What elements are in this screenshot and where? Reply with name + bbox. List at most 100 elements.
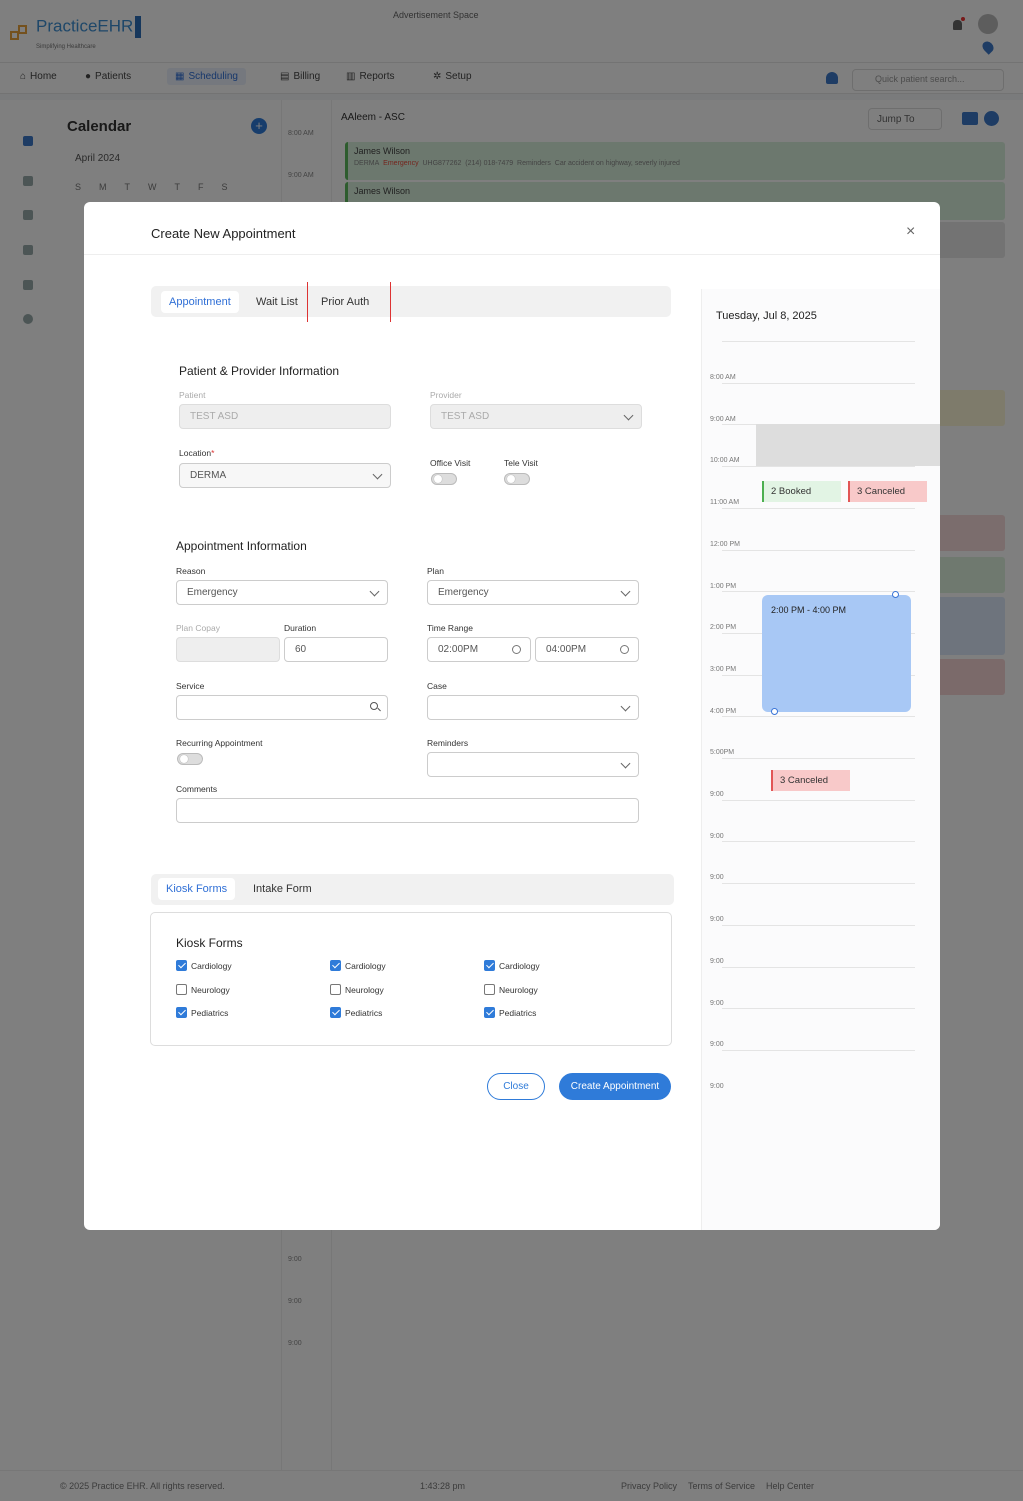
clock-icon	[620, 645, 629, 654]
hour-line	[722, 1008, 915, 1010]
hour-line	[722, 549, 915, 551]
plan-select[interactable]: Emergency	[427, 580, 639, 605]
appointment-tabs: Appointment Wait List Prior Auth	[151, 282, 671, 322]
day-view-panel: Tuesday, Jul 8, 2025 8:00 AM 9:00 AM 10:00…	[701, 289, 940, 1230]
tab-appointment[interactable]: Appointment	[161, 291, 239, 313]
hour-line	[722, 382, 915, 384]
tab-prior-auth[interactable]: Prior Auth	[307, 282, 391, 322]
checkbox-label: Neurology	[499, 984, 538, 995]
kiosk-checkbox[interactable]: Neurology	[176, 984, 230, 995]
reminders-label: Reminders	[427, 738, 469, 748]
checkbox-box	[330, 984, 341, 995]
close-button[interactable]: Close	[487, 1073, 545, 1100]
checkbox-label: Neurology	[191, 984, 230, 995]
hour-label: 2:00 PM	[710, 624, 737, 632]
reason-select[interactable]: Emergency	[176, 580, 388, 605]
hour-line	[722, 466, 915, 468]
chevron-down-icon	[620, 586, 631, 597]
booked-tag[interactable]: 2 Booked	[762, 481, 841, 502]
kiosk-checkbox[interactable]: Pediatrics	[484, 1007, 536, 1018]
blocked-slot	[756, 424, 940, 466]
time-from-field[interactable]: 02:00PM	[427, 637, 531, 662]
hour-label: 4:00 PM	[710, 707, 737, 715]
new-appointment-block[interactable]: 2:00 PM - 4:00 PM	[762, 595, 911, 712]
hour-line	[722, 883, 915, 885]
clock-icon	[512, 645, 521, 654]
hour-label: 9:00	[710, 916, 724, 924]
tab-kiosk-forms[interactable]: Kiosk Forms	[158, 878, 236, 900]
hour-line	[722, 507, 915, 509]
tele-visit-toggle[interactable]	[504, 473, 530, 485]
time-to-value: 04:00PM	[546, 644, 587, 655]
provider-label: Provider	[430, 390, 462, 400]
required-marker: *	[211, 448, 215, 458]
hour-line	[722, 341, 915, 342]
case-select[interactable]	[427, 695, 639, 720]
checkbox-box	[330, 960, 341, 971]
case-label: Case	[427, 681, 447, 691]
kiosk-checkbox[interactable]: Cardiology	[484, 960, 540, 971]
service-label: Service	[176, 681, 205, 691]
chevron-down-icon	[372, 469, 383, 480]
hour-label: 12:00 PM	[710, 540, 740, 548]
chevron-down-icon	[369, 586, 380, 597]
canceled-tag[interactable]: 3 Canceled	[771, 770, 850, 791]
office-visit-toggle[interactable]	[431, 473, 457, 485]
kiosk-checkbox[interactable]: Cardiology	[330, 960, 386, 971]
hour-label: 5:00PM	[710, 749, 735, 757]
checkbox-box	[484, 984, 495, 995]
kiosk-checkbox[interactable]: Pediatrics	[176, 1007, 228, 1018]
tab-intake-form[interactable]: Intake Form	[245, 878, 320, 900]
checkbox-box	[330, 1007, 341, 1018]
patient-label: Patient	[179, 390, 206, 400]
kiosk-checkbox[interactable]: Pediatrics	[330, 1007, 382, 1018]
hour-line	[722, 1049, 915, 1051]
hour-label: 3:00 PM	[710, 665, 737, 673]
hour-line	[722, 591, 915, 593]
location-label-text: Location	[179, 448, 212, 458]
service-search-input[interactable]	[176, 695, 388, 720]
reminders-select[interactable]	[427, 752, 639, 777]
reason-value: Emergency	[187, 587, 238, 598]
kiosk-checkbox[interactable]: Cardiology	[176, 960, 232, 971]
comments-input[interactable]	[176, 798, 639, 823]
recurring-toggle[interactable]	[177, 753, 203, 765]
resize-handle-top[interactable]	[892, 591, 899, 598]
checkbox-label: Neurology	[345, 984, 384, 995]
kiosk-forms-panel: Kiosk Forms Cardiology Neurology Pediatr…	[150, 912, 672, 1046]
time-from-value: 02:00PM	[438, 644, 479, 655]
hour-label: 9:00	[710, 1041, 724, 1049]
canceled-tag[interactable]: 3 Canceled	[848, 481, 927, 502]
location-select[interactable]: DERMA	[179, 463, 391, 488]
search-icon	[370, 702, 378, 710]
tab-wait-list[interactable]: Wait List	[248, 291, 306, 313]
checkbox-label: Cardiology	[191, 960, 232, 971]
create-appointment-button[interactable]: Create Appointment	[559, 1073, 671, 1100]
kiosk-checkbox[interactable]: Neurology	[484, 984, 538, 995]
hour-label: 1:00 PM	[710, 582, 737, 590]
provider-value: TEST ASD	[441, 411, 490, 422]
hour-label: 9:00	[710, 1082, 724, 1090]
modal-title: Create New Appointment	[151, 226, 296, 241]
time-range-label: Time Range	[427, 623, 473, 633]
duration-field[interactable]: 60	[284, 637, 388, 662]
plan-label: Plan	[427, 566, 445, 576]
plan-copay-field	[176, 637, 280, 662]
checkbox-label: Pediatrics	[499, 1007, 537, 1018]
provider-select: TEST ASD	[430, 404, 642, 429]
location-label: Location*	[179, 448, 214, 458]
checkbox-box	[484, 960, 495, 971]
recurring-label: Recurring Appointment	[176, 738, 263, 748]
hour-label: 9:00	[710, 791, 724, 798]
resize-handle-bottom[interactable]	[771, 708, 778, 715]
checkbox-box	[484, 1007, 495, 1018]
tele-visit-label: Tele Visit	[504, 458, 538, 468]
hour-line	[722, 799, 915, 801]
chevron-down-icon	[620, 758, 631, 769]
time-to-field[interactable]: 04:00PM	[535, 637, 639, 662]
hour-line	[722, 716, 915, 718]
comments-label: Comments	[176, 784, 218, 794]
close-icon[interactable]: ×	[906, 224, 915, 240]
kiosk-checkbox[interactable]: Neurology	[330, 984, 384, 995]
kiosk-tabs: Kiosk Forms Intake Form	[151, 874, 674, 905]
